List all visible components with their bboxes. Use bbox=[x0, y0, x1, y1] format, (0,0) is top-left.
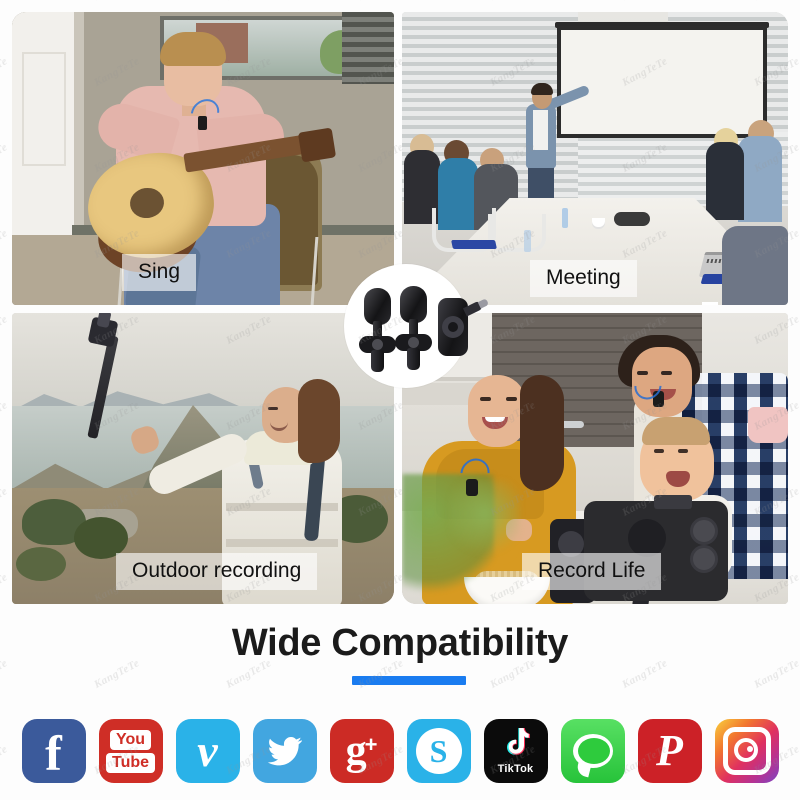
watermark-text: KangTeTe bbox=[620, 0, 669, 3]
panel-meeting: Meeting bbox=[402, 12, 788, 305]
instagram-icon[interactable] bbox=[714, 719, 779, 783]
receiver-lightning-icon bbox=[438, 298, 484, 356]
watermark-text: KangTeTe bbox=[752, 0, 800, 3]
product-badge bbox=[344, 264, 484, 388]
watermark-text: KangTeTe bbox=[0, 571, 10, 605]
watermark-text: KangTeTe bbox=[0, 399, 10, 433]
watermark-text: KangTeTe bbox=[0, 141, 10, 175]
caption-outdoor-recording: Outdoor recording bbox=[116, 553, 318, 590]
tiktok-icon[interactable]: TikTok bbox=[483, 719, 548, 783]
watermark-text: KangTeTe bbox=[224, 0, 273, 3]
watermark-text: KangTeTe bbox=[0, 55, 10, 89]
watermark-text: KangTeTe bbox=[0, 0, 10, 3]
scene-sing-photo bbox=[12, 12, 394, 305]
watermark-text: KangTeTe bbox=[488, 0, 537, 3]
caption-meeting: Meeting bbox=[530, 260, 637, 297]
scenario-collage: Sing Meeting Outdoor recording Record Li… bbox=[12, 12, 788, 604]
watermark-text: KangTeTe bbox=[0, 485, 10, 519]
pinterest-icon[interactable]: P bbox=[637, 719, 702, 783]
caption-record-life: Record Life bbox=[522, 553, 662, 590]
messages-icon[interactable] bbox=[560, 719, 625, 783]
compatible-apps-row: f You Tube v g + S TikTok P bbox=[0, 714, 800, 788]
watermark-text: KangTeTe bbox=[356, 0, 405, 3]
watermark-text: KangTeTe bbox=[92, 0, 141, 3]
accent-underline bbox=[352, 676, 466, 685]
microphone-1-icon bbox=[359, 288, 396, 372]
google-plus-icon[interactable]: g + bbox=[329, 719, 394, 783]
panel-outdoor-recording: Outdoor recording bbox=[12, 313, 394, 604]
skype-icon[interactable]: S bbox=[406, 719, 471, 783]
panel-sing: Sing bbox=[12, 12, 394, 305]
youtube-icon[interactable]: You Tube bbox=[98, 719, 163, 783]
page-title: Wide Compatibility bbox=[231, 622, 569, 664]
product-marketing-image: Sing Meeting Outdoor recording Record Li… bbox=[0, 0, 800, 800]
watermark-text: KangTeTe bbox=[0, 313, 10, 347]
vimeo-icon[interactable]: v bbox=[175, 719, 240, 783]
caption-sing: Sing bbox=[122, 254, 197, 291]
twitter-icon[interactable] bbox=[252, 719, 317, 783]
microphone-2-icon bbox=[395, 286, 432, 370]
watermark-text: KangTeTe bbox=[0, 227, 10, 261]
facebook-icon[interactable]: f bbox=[21, 719, 86, 783]
